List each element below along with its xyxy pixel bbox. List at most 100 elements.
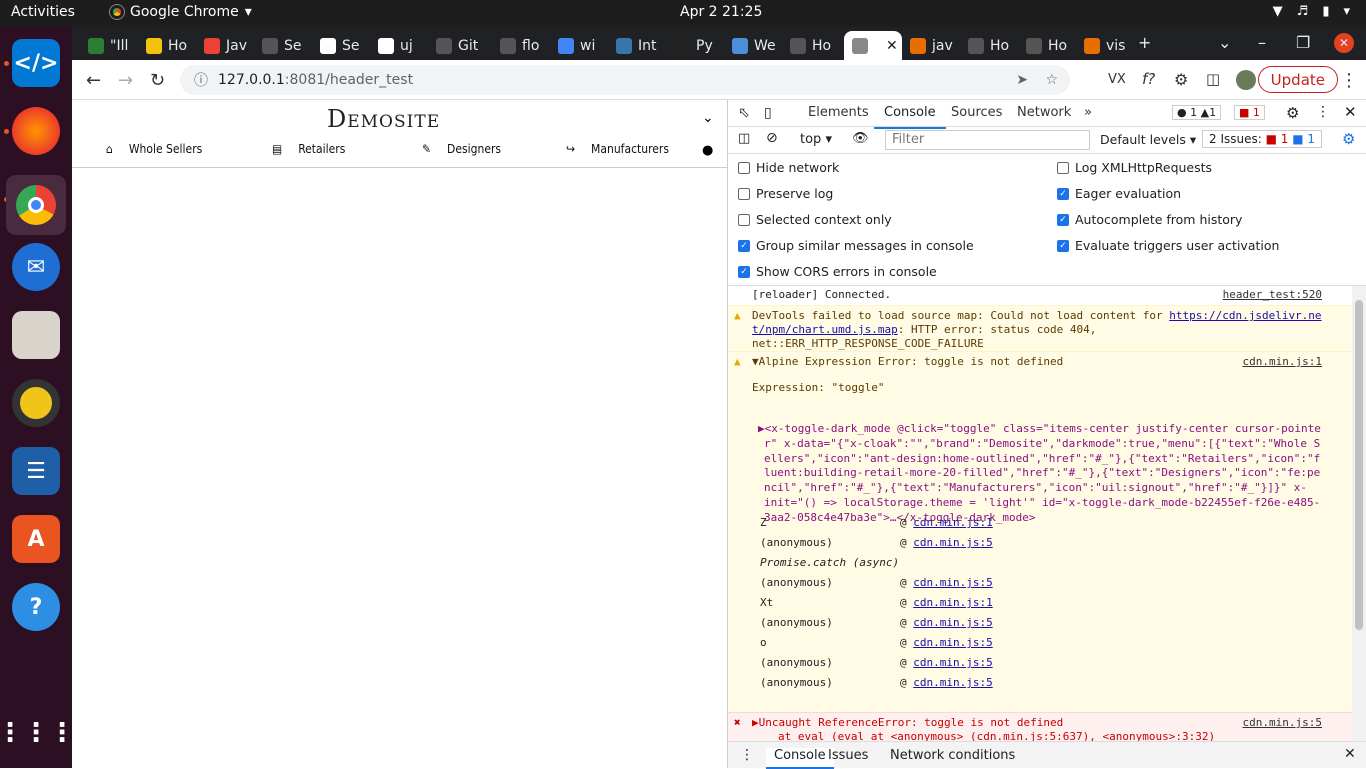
browser-tab[interactable]: Ho [960,31,1018,60]
chevron-down-icon[interactable]: ⌄ [702,110,714,126]
stack-source[interactable]: @ cdn.min.js:5 [900,636,993,649]
browser-tab[interactable]: Jav [196,31,254,60]
chrome-dock-icon[interactable] [6,175,66,235]
issues-badge[interactable]: ■ 1 [1234,105,1265,120]
send-icon[interactable]: ➤ [1016,72,1028,88]
browser-tab[interactable]: We [724,31,782,60]
source-link[interactable]: cdn.min.js:5 [1243,716,1322,729]
drawer-tab-network-conditions[interactable]: Network conditions [890,748,1015,763]
drawer-tab-issues[interactable]: Issues [828,748,868,763]
source-link[interactable]: cdn.min.js:1 [913,596,992,609]
setting-option[interactable]: ✓ Group similar messages in console [738,238,974,253]
console-settings-icon[interactable]: ⚙ [1342,130,1355,148]
device-toolbar-icon[interactable]: ▯ [764,105,772,121]
browser-tab[interactable]: Ho [782,31,844,60]
side-panel-icon[interactable]: ◫ [1206,70,1220,88]
system-tray[interactable]: ▼ ♬ ▮ ▾ [1273,4,1350,19]
stack-source[interactable]: @ cdn.min.js:5 [900,536,993,549]
stack-source[interactable]: @ cdn.min.js:5 [900,576,993,589]
tab-sources[interactable]: Sources [951,105,1002,120]
browser-tab[interactable]: flo [492,31,550,60]
writer-icon[interactable]: ☰ [12,447,60,495]
source-link[interactable]: cdn.min.js:5 [913,656,992,669]
tab-console[interactable]: Console [874,105,946,129]
browser-tab[interactable]: "Ill [80,31,138,60]
source-link[interactable]: cdn.min.js:5 [913,676,992,689]
browser-tab[interactable]: Py [666,31,724,60]
setting-option[interactable]: ✓ Evaluate triggers user activation [1057,238,1279,253]
nav-designers[interactable]: ✎ Designers [422,142,501,156]
live-expression-icon[interactable]: 👁 [852,131,869,146]
firefox-icon[interactable] [12,107,60,155]
browser-tab[interactable]: uj [370,31,428,60]
tab-elements[interactable]: Elements [808,105,869,120]
checkbox[interactable]: ✓ [1057,187,1069,200]
lightbulb-icon[interactable]: ● [702,143,713,158]
minimize-icon[interactable]: – [1258,33,1266,52]
more-menu-icon[interactable]: ⋮ [740,747,754,763]
tab-network[interactable]: Network [1017,105,1071,120]
browser-tab[interactable]: wi [550,31,608,60]
checkbox[interactable] [738,213,750,226]
stack-source[interactable]: @ cdn.min.js:5 [900,616,993,629]
info-icon[interactable]: ⓘ [194,70,208,90]
warning-title[interactable]: ▼Alpine Expression Error: toggle is not … [752,355,1063,368]
sourcemap-link[interactable]: t/npm/chart.umd.js.map [752,323,898,336]
checkbox[interactable]: ✓ [1057,239,1069,252]
sidebar-toggle-icon[interactable]: ◫ [738,131,750,146]
message-count-badge[interactable]: ● 1 ▲1 [1172,105,1222,120]
files-icon[interactable] [12,311,60,359]
inspect-icon[interactable]: ⬁ [738,105,750,121]
context-select[interactable]: top ▾ [800,132,832,147]
maximize-icon[interactable]: ❐ [1296,33,1310,52]
bookmark-star-icon[interactable]: ☆ [1045,72,1058,88]
clear-console-icon[interactable]: ⊘ [766,130,778,146]
formula-icon[interactable]: f? [1142,70,1155,88]
vscode-icon[interactable]: </> [12,39,60,87]
more-menu-icon[interactable]: ⋮ [1316,104,1330,120]
source-link[interactable]: header_test:520 [1223,288,1322,301]
app-menu[interactable]: Google Chrome ▾ [109,4,252,20]
checkbox[interactable]: ✓ [1057,213,1069,226]
checkbox[interactable] [738,187,750,200]
sourcemap-link[interactable]: https://cdn.jsdelivr.ne [1169,309,1321,322]
stack-source[interactable]: @ cdn.min.js:5 [900,656,993,669]
back-icon[interactable]: ← [86,70,101,91]
extensions-icon[interactable]: ⚙ [1174,70,1188,89]
nav-retailers[interactable]: ▤ Retailers [272,142,345,156]
source-link[interactable]: cdn.min.js:1 [913,516,992,529]
activities-button[interactable]: Activities [11,4,75,20]
setting-option[interactable]: Preserve log [738,186,833,201]
close-icon[interactable]: ✕ [1344,746,1356,762]
stack-source[interactable]: @ cdn.min.js:5 [900,676,993,689]
checkbox[interactable]: ✓ [738,239,750,252]
source-link[interactable]: cdn.min.js:5 [913,536,992,549]
more-tabs-icon[interactable]: » [1084,105,1092,120]
reload-icon[interactable]: ↻ [150,70,165,91]
rhythmbox-icon[interactable] [12,379,60,427]
filter-input[interactable]: Filter [885,130,1090,150]
checkbox[interactable] [738,161,750,174]
setting-option[interactable]: ✓ Autocomplete from history [1057,212,1242,227]
source-link[interactable]: cdn.min.js:5 [913,616,992,629]
avatar[interactable] [1236,70,1256,90]
browser-tab[interactable]: Ho [1018,31,1076,60]
gear-icon[interactable]: ⚙ [1286,104,1299,122]
browser-tab[interactable]: Se [312,31,370,60]
vue-devtools-icon[interactable]: VX [1108,72,1126,87]
browser-tab[interactable]: Ho [138,31,196,60]
error-title[interactable]: ▶Uncaught ReferenceError: toggle is not … [752,716,1063,729]
setting-option[interactable]: Selected context only [738,212,892,227]
nav-manufacturers[interactable]: ↪ Manufacturers [566,142,669,156]
browser-tab[interactable]: jav [902,31,960,60]
drawer-tab-console[interactable]: Console [766,748,834,769]
new-tab-icon[interactable]: + [1138,33,1151,52]
source-link[interactable]: cdn.min.js:5 [913,576,992,589]
software-center-icon[interactable]: A [12,515,60,563]
issues-button[interactable]: 2 Issues: ■ 1 ■ 1 [1202,130,1323,148]
tab-search-icon[interactable]: ⌄ [1218,33,1231,52]
browser-tab[interactable]: Git [428,31,492,60]
browser-tab[interactable]: ✕ [844,31,902,60]
setting-option[interactable]: ✓ Show CORS errors in console [738,264,937,279]
setting-option[interactable]: Hide network [738,160,839,175]
